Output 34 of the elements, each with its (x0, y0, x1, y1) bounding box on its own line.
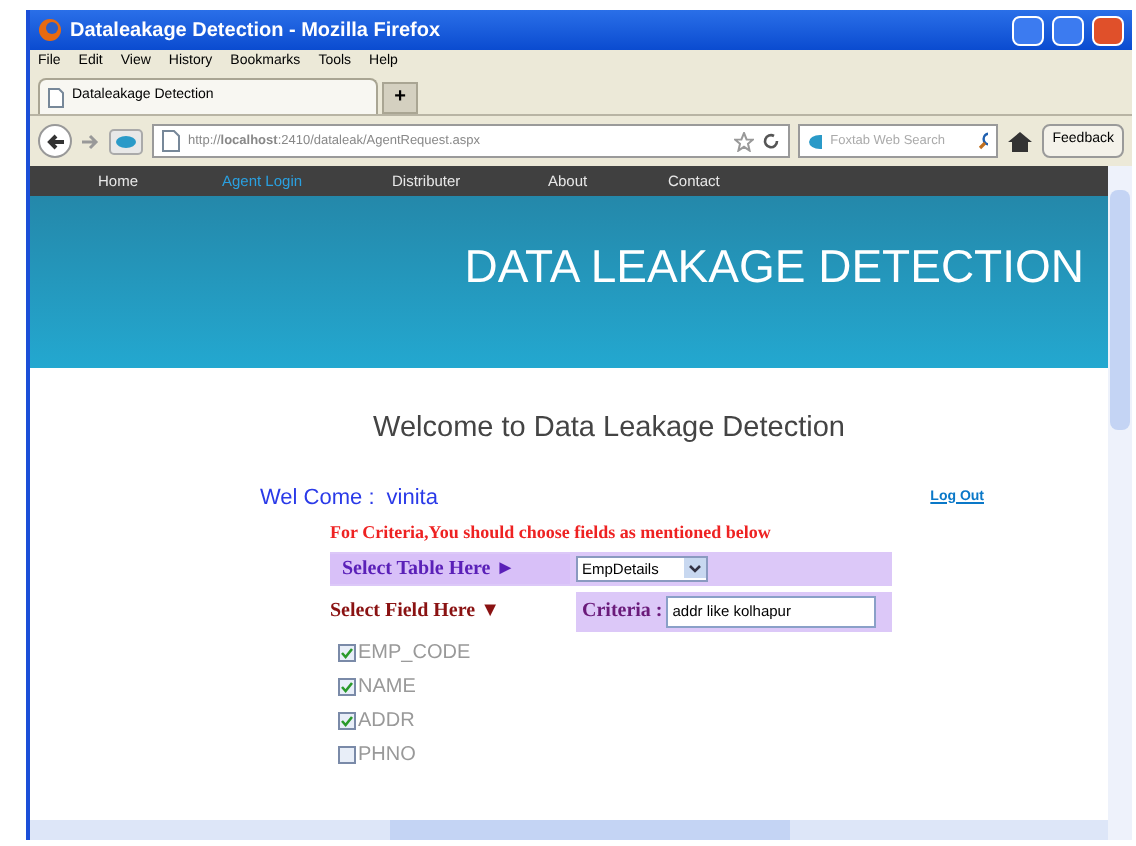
banner-title: DATA LEAKAGE DETECTION (464, 237, 1084, 296)
page-icon (162, 130, 180, 152)
checkbox-label: EMP_CODE (358, 640, 471, 669)
maximize-button[interactable] (1052, 15, 1084, 45)
criteria-label: Criteria : (582, 598, 663, 627)
checkbox[interactable] (338, 746, 356, 765)
close-button[interactable] (1092, 15, 1124, 45)
checkbox-label: ADDR (358, 708, 415, 737)
horizontal-scrollbar[interactable] (30, 820, 1108, 840)
page-icon (48, 87, 64, 107)
reload-icon[interactable] (762, 132, 781, 150)
user-name: vinita (386, 483, 440, 514)
back-button[interactable] (38, 124, 72, 158)
checkbox[interactable] (338, 644, 356, 663)
home-icon[interactable] (1006, 127, 1035, 155)
search-icon[interactable] (978, 132, 989, 150)
field-label: Select Field Here ▼ (330, 598, 502, 627)
instruction-text: For Criteria,You should choose fields as mentioned below (328, 520, 773, 547)
checkbox[interactable] (338, 712, 356, 731)
vertical-scrollbar[interactable] (1108, 166, 1132, 840)
forward-arrow-icon[interactable] (80, 131, 100, 151)
minimize-button[interactable] (1012, 15, 1044, 45)
checkbox[interactable] (338, 678, 356, 697)
dropdown-icon[interactable] (684, 558, 706, 579)
checkbox-label: NAME (358, 674, 416, 703)
checkbox-label: PHNO (358, 742, 416, 771)
page-heading: Welcome to Data Leakage Detection (371, 410, 847, 448)
window-title: Dataleakage Detection - Mozilla Firefox (70, 17, 443, 45)
welcome-label: Wel Come : (260, 483, 375, 514)
table-label: Select Table Here ► (330, 553, 570, 584)
back-arrow-icon (45, 131, 65, 151)
globe-icon (38, 18, 62, 42)
star-icon[interactable] (734, 131, 755, 151)
new-tab-button[interactable]: + (382, 82, 418, 114)
